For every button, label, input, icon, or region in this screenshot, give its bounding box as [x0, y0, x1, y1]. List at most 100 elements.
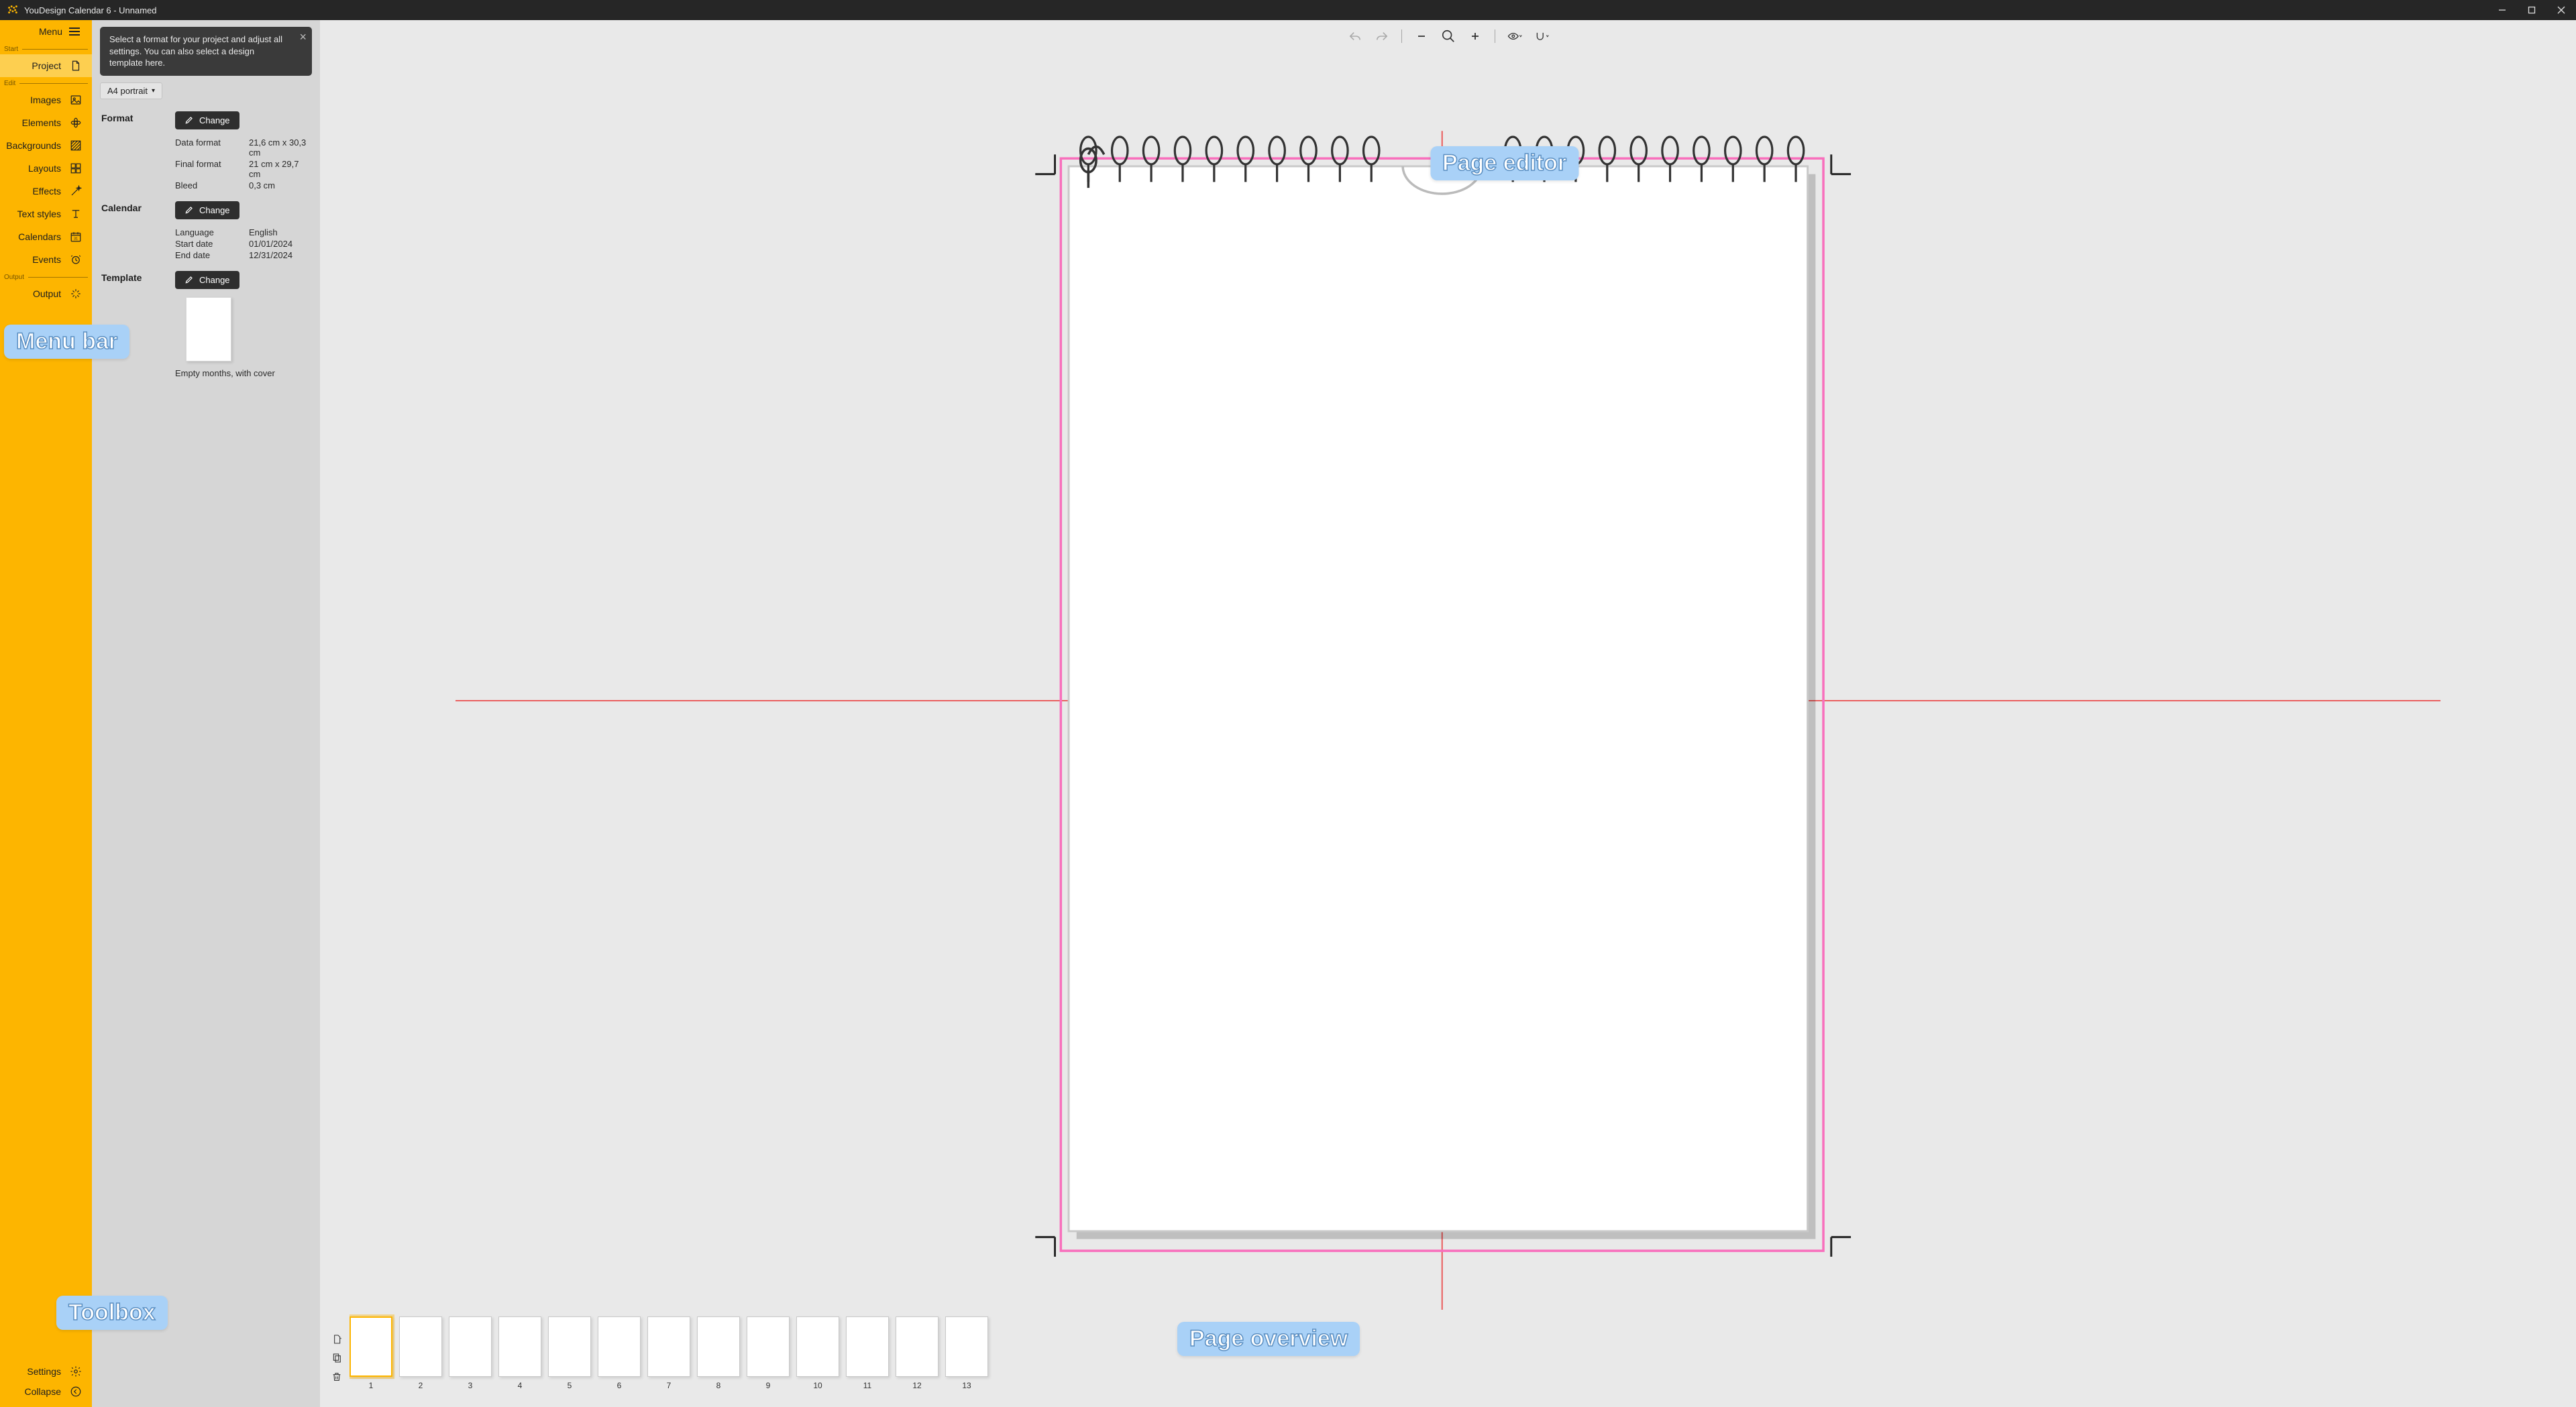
calendar-end-label: End date [175, 250, 249, 260]
template-section: Template Change Empty months, with cover [101, 272, 311, 378]
page-number: 10 [813, 1381, 822, 1390]
sidebar-item-label: Settings [27, 1366, 61, 1377]
info-banner-text: Select a format for your project and adj… [109, 34, 282, 68]
change-button-label: Change [199, 275, 230, 285]
duplicate-page-icon[interactable] [331, 1353, 343, 1365]
text-icon [69, 207, 83, 221]
page-thumbnail[interactable]: 7 [647, 1316, 690, 1390]
calendar-end-value: 12/31/2024 [249, 250, 311, 260]
page-number: 13 [962, 1381, 971, 1390]
delete-page-icon[interactable] [331, 1371, 343, 1384]
calendar-start-label: Start date [175, 239, 249, 249]
add-page-icon[interactable] [331, 1334, 343, 1346]
sparkle-icon [69, 287, 83, 300]
snap-dropdown[interactable] [1534, 29, 1549, 44]
sidebar-item-collapse[interactable]: Collapse [0, 1382, 92, 1402]
page-thumbnail[interactable]: 10 [796, 1316, 839, 1390]
sidebar-item-label: Layouts [28, 163, 61, 174]
format-picker[interactable]: A4 portrait ▾ [100, 82, 162, 99]
zoom-out-button[interactable] [1414, 29, 1429, 44]
sidebar-item-project[interactable]: Project [0, 54, 92, 77]
gear-icon [69, 1365, 83, 1378]
menu-button[interactable]: Menu [0, 20, 92, 43]
page-thumbnail[interactable]: 1 [350, 1316, 392, 1390]
format-data-format-value: 21,6 cm x 30,3 cm [249, 137, 311, 158]
page-thumbnail[interactable]: 8 [697, 1316, 740, 1390]
sidebar-item-calendars[interactable]: Calendars 31 [0, 225, 92, 248]
page-number: 2 [419, 1381, 423, 1390]
page-thumbnail[interactable]: 6 [598, 1316, 641, 1390]
sidebar-item-label: Effects [32, 186, 61, 196]
window-minimize-button[interactable] [2487, 0, 2517, 20]
info-banner-close-icon[interactable]: × [299, 31, 307, 43]
sidebar-item-layouts[interactable]: Layouts [0, 157, 92, 180]
document-icon [69, 59, 83, 72]
zoom-in-button[interactable] [1468, 29, 1483, 44]
image-icon [69, 93, 83, 107]
window-title: YouDesign Calendar 6 - Unnamed [24, 5, 157, 15]
visibility-dropdown[interactable] [1507, 29, 1522, 44]
sidebar-item-label: Images [30, 95, 61, 105]
flower-icon [69, 116, 83, 129]
layout-icon [69, 162, 83, 175]
page-canvas[interactable]: Page editor [320, 52, 2576, 1310]
page-number: 12 [912, 1381, 921, 1390]
window-maximize-button[interactable] [2517, 0, 2546, 20]
change-button-label: Change [199, 205, 230, 215]
format-final-format-label: Final format [175, 159, 249, 179]
page-thumbnail[interactable]: 13 [945, 1316, 988, 1390]
template-preview[interactable] [186, 297, 231, 361]
page-thumbnail[interactable]: 2 [399, 1316, 442, 1390]
editor-area: Page editor 12345678910111213 Page overv… [320, 20, 2576, 1407]
page-thumbnail[interactable]: 3 [449, 1316, 492, 1390]
magic-wand-icon [69, 184, 83, 198]
change-button-label: Change [199, 115, 230, 125]
zoom-fit-button[interactable] [1441, 29, 1456, 44]
calendar-language-label: Language [175, 227, 249, 237]
page-number: 4 [518, 1381, 523, 1390]
page-thumbnail[interactable]: 5 [548, 1316, 591, 1390]
calendar-language-value: English [249, 227, 311, 237]
page-number: 7 [667, 1381, 672, 1390]
sidebar-item-effects[interactable]: Effects [0, 180, 92, 203]
sidebar-item-images[interactable]: Images [0, 89, 92, 111]
sidebar-item-output[interactable]: Output [0, 282, 92, 305]
page-thumbnail[interactable]: 9 [747, 1316, 790, 1390]
format-section: Format Change Data format 21,6 cm x 30,3… [101, 113, 311, 190]
undo-button[interactable] [1348, 29, 1362, 44]
page-number: 6 [617, 1381, 622, 1390]
page-thumbnail[interactable]: 4 [498, 1316, 541, 1390]
calendar-section: Calendar Change Language English Start d… [101, 203, 311, 260]
hamburger-icon [69, 27, 80, 36]
sidebar-item-events[interactable]: Events [0, 248, 92, 271]
redo-button[interactable] [1375, 29, 1389, 44]
page-number: 1 [369, 1381, 374, 1390]
page-thumbnail[interactable]: 12 [896, 1316, 938, 1390]
window-close-button[interactable] [2546, 0, 2576, 20]
sidebar-item-elements[interactable]: Elements [0, 111, 92, 134]
template-name: Empty months, with cover [175, 368, 311, 378]
sidebar-item-label: Output [33, 288, 61, 299]
template-change-button[interactable]: Change [175, 271, 239, 289]
format-change-button[interactable]: Change [175, 111, 239, 129]
calendar-start-value: 01/01/2024 [249, 239, 311, 249]
hatch-icon [69, 139, 83, 152]
sidebar-item-label: Collapse [25, 1386, 61, 1397]
sidebar-item-text-styles[interactable]: Text styles [0, 203, 92, 225]
calendar-change-button[interactable]: Change [175, 201, 239, 219]
svg-text:31: 31 [74, 237, 78, 241]
format-bleed-label: Bleed [175, 180, 249, 190]
page-number: 11 [863, 1381, 871, 1390]
format-picker-value: A4 portrait [107, 86, 148, 96]
sidebar-item-label: Backgrounds [6, 140, 61, 151]
sidebar-item-label: Elements [22, 117, 61, 128]
sidebar-item-backgrounds[interactable]: Backgrounds [0, 134, 92, 157]
thumbnail-strip[interactable]: 12345678910111213 [350, 1314, 2567, 1403]
page-thumbnail[interactable]: 11 [846, 1316, 889, 1390]
page-overview: 12345678910111213 Page overview [320, 1310, 2576, 1407]
sidebar-item-settings[interactable]: Settings [0, 1361, 92, 1382]
alarm-clock-icon [69, 253, 83, 266]
title-bar: YouDesign Calendar 6 - Unnamed [0, 0, 2576, 20]
format-data-format-label: Data format [175, 137, 249, 158]
calendar-icon: 31 [69, 230, 83, 243]
